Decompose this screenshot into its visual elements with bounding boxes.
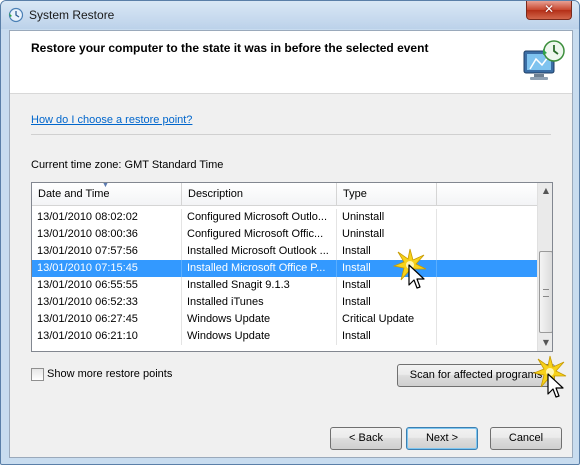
row-description: Installed Snagit 9.1.3	[182, 277, 337, 294]
row-type: Install	[337, 294, 437, 311]
column-header-type-label: Type	[343, 188, 367, 200]
row-date: 13/01/2010 08:00:36	[32, 226, 182, 243]
column-header-description[interactable]: Description	[182, 183, 337, 205]
close-button[interactable]: ✕	[526, 1, 572, 20]
table-row[interactable]: 13/01/2010 06:27:45 Windows Update Criti…	[32, 311, 537, 328]
row-date: 13/01/2010 06:55:55	[32, 277, 182, 294]
row-type: Uninstall	[337, 226, 437, 243]
restore-monitor-icon	[523, 40, 565, 80]
wizard-header: Restore your computer to the state it wa…	[10, 31, 572, 94]
scroll-thumb[interactable]	[539, 251, 552, 333]
mouse-cursor-icon	[547, 373, 564, 398]
row-description: Windows Update	[182, 311, 337, 328]
show-more-label[interactable]: Show more restore points	[47, 368, 172, 380]
row-description: Configured Microsoft Offic...	[182, 226, 337, 243]
window-title: System Restore	[29, 8, 115, 22]
wizard-body: Restore your computer to the state it wa…	[9, 30, 573, 458]
scroll-up-icon[interactable]: ▲	[538, 183, 552, 199]
row-date: 13/01/2010 08:02:02	[32, 209, 182, 226]
column-header-date-label: Date and Time	[38, 188, 110, 200]
row-type: Install	[337, 328, 437, 345]
vertical-scrollbar[interactable]: ▲ ▼	[537, 183, 552, 351]
row-description: Configured Microsoft Outlo...	[182, 209, 337, 226]
column-header-date[interactable]: Date and Time ▼	[32, 183, 182, 205]
table-row[interactable]: 13/01/2010 08:00:36 Configured Microsoft…	[32, 226, 537, 243]
timezone-label: Current time zone: GMT Standard Time	[31, 159, 224, 171]
next-button[interactable]: Next >	[406, 427, 478, 450]
table-row[interactable]: 13/01/2010 07:57:56 Installed Microsoft …	[32, 243, 537, 260]
system-restore-window: System Restore ✕ Restore your computer t…	[0, 0, 580, 465]
restore-point-list[interactable]: Date and Time ▼ Description Type 13/01/2…	[31, 182, 553, 352]
table-row-selected[interactable]: 13/01/2010 07:15:45 Installed Microsoft …	[32, 260, 537, 277]
list-header: Date and Time ▼ Description Type	[32, 183, 537, 206]
row-description: Installed iTunes	[182, 294, 337, 311]
row-date: 13/01/2010 06:52:33	[32, 294, 182, 311]
column-header-description-label: Description	[188, 188, 244, 200]
help-link[interactable]: How do I choose a restore point?	[31, 114, 192, 126]
row-type: Uninstall	[337, 209, 437, 226]
row-date: 13/01/2010 07:15:45	[32, 260, 182, 277]
table-row[interactable]: 13/01/2010 06:52:33 Installed iTunes Ins…	[32, 294, 537, 311]
scroll-down-icon[interactable]: ▼	[538, 335, 552, 351]
table-row[interactable]: 13/01/2010 08:02:02 Configured Microsoft…	[32, 209, 537, 226]
scroll-grip	[543, 289, 549, 297]
row-date: 13/01/2010 06:27:45	[32, 311, 182, 328]
row-date: 13/01/2010 06:21:10	[32, 328, 182, 345]
page-title: Restore your computer to the state it wa…	[31, 41, 429, 55]
row-description: Windows Update	[182, 328, 337, 345]
back-button[interactable]: < Back	[330, 427, 402, 450]
table-row[interactable]: 13/01/2010 06:55:55 Installed Snagit 9.1…	[32, 277, 537, 294]
divider	[31, 134, 551, 135]
row-description: Installed Microsoft Outlook ...	[182, 243, 337, 260]
show-more-checkbox[interactable]	[31, 368, 44, 381]
sort-arrow-icon: ▼	[102, 182, 109, 189]
system-restore-icon	[8, 7, 24, 23]
row-date: 13/01/2010 07:57:56	[32, 243, 182, 260]
table-row[interactable]: 13/01/2010 06:21:10 Windows Update Insta…	[32, 328, 537, 345]
row-type: Critical Update	[337, 311, 437, 328]
title-bar[interactable]: System Restore ✕	[1, 1, 579, 29]
cancel-button[interactable]: Cancel	[490, 427, 562, 450]
column-header-type[interactable]: Type	[337, 183, 437, 205]
row-description: Installed Microsoft Office P...	[182, 260, 337, 277]
close-icon: ✕	[543, 2, 555, 16]
mouse-cursor-icon	[408, 264, 425, 289]
